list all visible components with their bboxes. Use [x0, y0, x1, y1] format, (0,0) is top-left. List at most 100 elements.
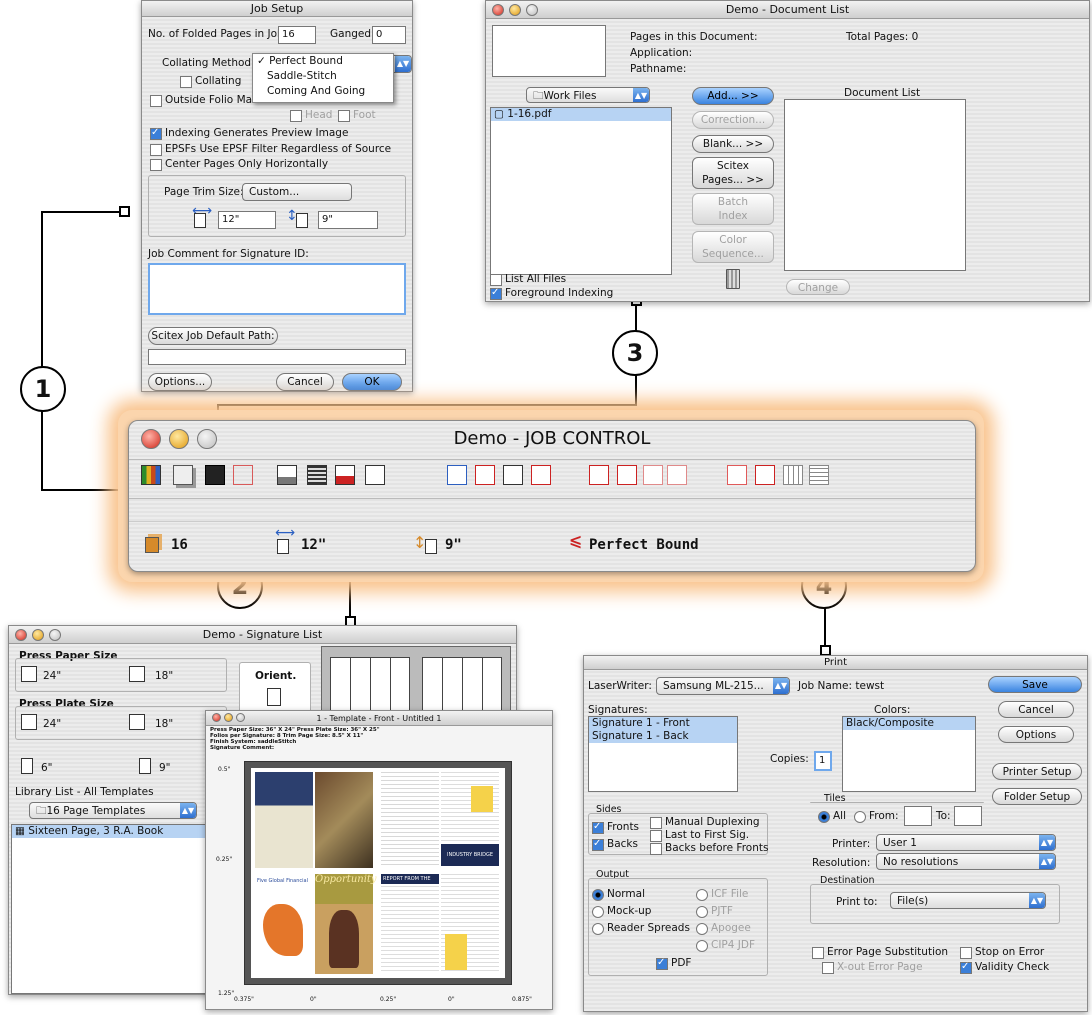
- signatures-list[interactable]: Signature 1 - Front Signature 1 - Back: [588, 716, 738, 792]
- cip4-radio[interactable]: CIP4 JDF: [696, 939, 755, 952]
- blank-button[interactable]: Blank... >>: [692, 135, 774, 153]
- close-icon[interactable]: [141, 429, 161, 449]
- list-item[interactable]: ▦ Sixteen Page, 3 R.A. Book: [12, 825, 208, 838]
- spread-icon[interactable]: [503, 465, 523, 485]
- list-item[interactable]: Signature 1 - Front: [589, 717, 737, 730]
- list-item[interactable]: Signature 1 - Back: [589, 730, 737, 743]
- document-list-box[interactable]: [784, 99, 966, 271]
- center-pages-checkbox[interactable]: Center Pages Only Horizontally: [150, 158, 328, 171]
- trim-height-field[interactable]: 9": [318, 211, 378, 229]
- default-path-button[interactable]: Scitex Job Default Path:: [148, 327, 278, 345]
- layout-icon[interactable]: [233, 465, 253, 485]
- folded-pages-field[interactable]: 16: [278, 26, 316, 44]
- collating-checkbox[interactable]: Collating: [180, 75, 241, 88]
- tiles-from-field[interactable]: [904, 806, 932, 826]
- pjtf-radio[interactable]: PJTF: [696, 905, 733, 918]
- trash-icon[interactable]: [726, 269, 740, 289]
- list-item[interactable]: Black/Composite: [843, 717, 975, 730]
- fold-icon-1[interactable]: [589, 465, 609, 485]
- cancel-button[interactable]: Cancel: [998, 701, 1074, 718]
- collating-option-perfect[interactable]: ✓ Perfect Bound: [253, 54, 393, 69]
- collating-option-saddle[interactable]: Saddle-Stitch: [253, 69, 393, 84]
- error-page-sub-checkbox[interactable]: Error Page Substitution: [812, 946, 948, 959]
- xout-error-checkbox[interactable]: X-out Error Page: [822, 961, 923, 974]
- document-list-icon[interactable]: [205, 465, 225, 485]
- trim-width-field[interactable]: 12": [218, 211, 276, 229]
- foreground-indexing-checkbox[interactable]: Foreground Indexing: [490, 286, 613, 300]
- minimize-icon[interactable]: [32, 629, 44, 641]
- outside-folio-checkbox[interactable]: Outside Folio Mark: [150, 94, 262, 107]
- printer-setup-button[interactable]: Printer Setup: [992, 763, 1082, 780]
- folder-popup[interactable]: 🗀Work Files ▲▼: [526, 87, 650, 103]
- backs-before-fronts-checkbox[interactable]: Backs before Fronts: [650, 842, 768, 855]
- tiles-to-field[interactable]: [954, 806, 982, 826]
- spread-red-icon[interactable]: [531, 465, 551, 485]
- minimize-icon[interactable]: [224, 713, 233, 722]
- impose-icon-1[interactable]: [447, 465, 467, 485]
- fold-icon-2[interactable]: [617, 465, 637, 485]
- foot-checkbox[interactable]: Foot: [338, 109, 376, 122]
- validity-check-checkbox[interactable]: Validity Check: [960, 960, 1049, 974]
- folder-setup-button[interactable]: Folder Setup: [992, 788, 1082, 805]
- impose-icon-2[interactable]: [475, 465, 495, 485]
- print-to-popup[interactable]: File(s) ▲▼: [890, 892, 1046, 909]
- close-icon[interactable]: [492, 4, 504, 16]
- laserwriter-popup[interactable]: Samsung ML-215... ▲▼: [656, 677, 790, 695]
- resolution-popup[interactable]: No resolutions ▲▼: [876, 853, 1056, 870]
- cancel-button[interactable]: Cancel: [276, 373, 334, 391]
- default-path-field[interactable]: [148, 349, 406, 365]
- fronts-checkbox[interactable]: Fronts: [592, 820, 639, 834]
- print-queue-icon[interactable]: [307, 465, 327, 485]
- minimize-icon[interactable]: [169, 429, 189, 449]
- template-popup[interactable]: 🗀16 Page Templates ▲▼: [29, 802, 197, 819]
- close-icon[interactable]: [15, 629, 27, 641]
- backs-checkbox[interactable]: Backs: [592, 837, 638, 851]
- reader-spreads-radio[interactable]: Reader Spreads: [592, 922, 690, 935]
- file-list[interactable]: ▢ 1-16.pdf: [490, 107, 672, 275]
- mockup-radio[interactable]: Mock-up: [592, 905, 651, 918]
- icf-file-radio[interactable]: ICF File: [696, 888, 748, 901]
- page-number-icon[interactable]: [643, 465, 663, 485]
- printer-icon[interactable]: [277, 465, 297, 485]
- page-next-icon[interactable]: [667, 465, 687, 485]
- tiles-all-radio[interactable]: All: [818, 810, 846, 823]
- page-trim-popup[interactable]: Custom...: [242, 183, 352, 201]
- correction-button[interactable]: Correction...: [692, 111, 774, 129]
- zoom-icon[interactable]: [49, 629, 61, 641]
- printer-popup[interactable]: User 1 ▲▼: [876, 834, 1056, 851]
- zoom-icon[interactable]: [236, 713, 245, 722]
- template-list[interactable]: ▦ Sixteen Page, 3 R.A. Book: [11, 824, 209, 994]
- normal-radio[interactable]: Normal: [592, 888, 645, 901]
- pdf-checkbox[interactable]: PDF: [656, 956, 691, 970]
- head-checkbox[interactable]: Head: [290, 109, 332, 122]
- options-button[interactable]: Options...: [148, 373, 212, 391]
- orient-page-icon[interactable]: [267, 688, 281, 706]
- grid-icon[interactable]: [783, 465, 803, 485]
- list-item[interactable]: ▢ 1-16.pdf: [491, 108, 671, 121]
- stop-on-error-checkbox[interactable]: Stop on Error: [960, 946, 1044, 959]
- colors-list[interactable]: Black/Composite: [842, 716, 976, 792]
- color-sequence-button[interactable]: Color Sequence...: [692, 231, 774, 263]
- job-comment-field[interactable]: [148, 263, 406, 315]
- document-icon[interactable]: [365, 465, 385, 485]
- tiles-from-radio[interactable]: From:: [854, 810, 899, 823]
- copies-field[interactable]: 1: [814, 751, 832, 771]
- zoom-icon[interactable]: [526, 4, 538, 16]
- signature-list-icon[interactable]: [173, 465, 193, 485]
- options-button[interactable]: Options: [998, 726, 1074, 743]
- crop-marks-icon[interactable]: [727, 465, 747, 485]
- ok-button[interactable]: OK: [342, 373, 402, 391]
- stack-icon[interactable]: [809, 465, 829, 485]
- zoom-icon[interactable]: [197, 429, 217, 449]
- batch-index-button[interactable]: Batch Index: [692, 193, 774, 225]
- last-to-first-checkbox[interactable]: Last to First Sig.: [650, 829, 749, 842]
- print-pdf-icon[interactable]: [335, 465, 355, 485]
- job-setup-icon[interactable]: [141, 465, 161, 485]
- ganged-field[interactable]: 0: [372, 26, 406, 44]
- apogee-radio[interactable]: Apogee: [696, 922, 751, 935]
- indexing-preview-checkbox[interactable]: Indexing Generates Preview Image: [150, 126, 348, 140]
- manual-duplexing-checkbox[interactable]: Manual Duplexing: [650, 816, 760, 829]
- collating-option-coming[interactable]: Coming And Going: [253, 84, 393, 99]
- epsf-filter-checkbox[interactable]: EPSFs Use EPSF Filter Regardless of Sour…: [150, 143, 391, 156]
- change-button[interactable]: Change: [786, 279, 850, 295]
